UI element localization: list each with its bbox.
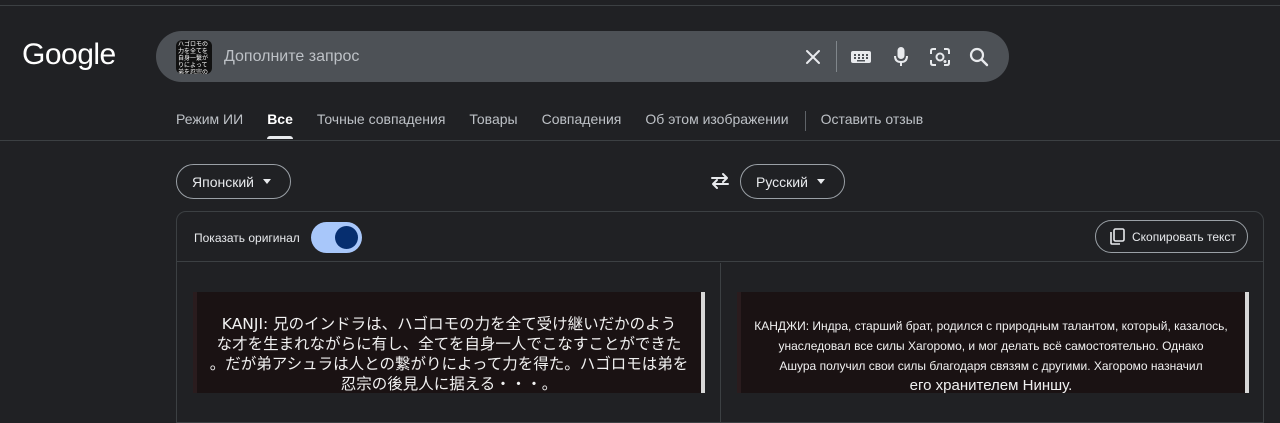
image-edge-left [193,292,197,393]
show-original-label: Показать оригинал [194,231,300,245]
translated-line: КАНДЖИ: Индра, старший брат, родился с п… [754,319,1228,333]
original-image[interactable]: KANJI: 兄のインドラは、ハゴロモの力を全て受け継いだかのよう な才を生まれ… [193,292,705,393]
close-icon[interactable] [800,44,826,70]
original-text: KANJI: 兄のインドラは、ハゴロモの力を全て受け継いだかのよう な才を生まれ… [203,314,695,393]
original-line: 忍宗の後見人に据える・・・。 [340,375,558,393]
feedback-link[interactable]: Оставить отзыв [821,108,924,140]
image-edge-right [1245,292,1249,393]
search-icon[interactable] [966,44,992,70]
translated-line: его хранителем Ниншу. [909,377,1073,393]
tab-exact-matches[interactable]: Точные совпадения [317,108,446,140]
tab-all[interactable]: Все [267,108,293,140]
translated-line: Ашура получил свои силы благодаря связям… [779,359,1203,373]
tab-matches[interactable]: Совпадения [542,108,622,140]
tab-about-image[interactable]: Об этом изображении [645,108,788,140]
target-language-select[interactable]: Русский [740,164,845,199]
show-original-toggle[interactable] [311,222,362,253]
source-language-select[interactable]: Японский [176,164,291,199]
original-line: な才を生まれながらに有し、全てを自身一人でこなすことができた [216,335,682,353]
search-bar-divider [836,41,837,72]
swap-icon [711,173,729,189]
copy-text-label: Скопировать текст [1132,229,1236,244]
translation-panel-header: Показать оригинал Скопировать текст [177,212,1263,262]
swap-languages-button[interactable] [707,169,733,193]
tabs-divider [804,111,806,131]
target-language-label: Русский [756,173,808,190]
translation-panel: Показать оригинал Скопировать текст KANJ… [176,211,1264,423]
tab-products[interactable]: Товары [469,108,517,140]
top-border [0,0,1280,6]
toggle-knob [335,226,358,249]
search-image-thumbnail[interactable]: ハゴロモの力を全てを自身一繋がりによって弟を忍宗の後見人に据 [176,40,212,74]
camera-lens-icon[interactable] [927,44,953,70]
keyboard-icon[interactable] [848,44,874,70]
column-divider [720,263,721,423]
tab-ai-mode[interactable]: Режим ИИ [176,108,243,140]
copy-icon [1110,228,1125,245]
source-language-label: Японский [192,173,254,190]
original-line: 。だが弟アシュラは人との繋がりによって力を得た。ハゴロモは弟を [209,355,689,373]
chevron-down-icon [262,179,271,184]
microphone-icon[interactable] [888,44,914,70]
copy-text-button[interactable]: Скопировать текст [1095,220,1248,253]
translated-image[interactable]: КАНДЖИ: Индра, старший брат, родился с п… [737,292,1249,393]
image-edge-right [701,292,705,393]
translated-text: КАНДЖИ: Индра, старший брат, родился с п… [743,316,1239,393]
image-edge-left [737,292,741,393]
tabs-underline-divider [0,140,1280,141]
search-input[interactable] [224,44,784,70]
search-bar: ハゴロモの力を全てを自身一繋がりによって弟を忍宗の後見人に据 [156,31,1009,82]
original-line: KANJI: 兄のインドラは、ハゴロモの力を全て受け継いだかのよう [221,315,677,333]
chevron-down-icon [816,179,825,184]
google-logo[interactable]: Google [22,38,116,72]
translated-line: унаследовал все силы Хагоромо, и мог дел… [778,339,1204,353]
search-tabs: Режим ИИ Все Точные совпадения Товары Со… [176,108,947,140]
thumbnail-text: ハゴロモの力を全てを自身一繋がりによって弟を忍宗の後見人に据 [178,42,209,74]
